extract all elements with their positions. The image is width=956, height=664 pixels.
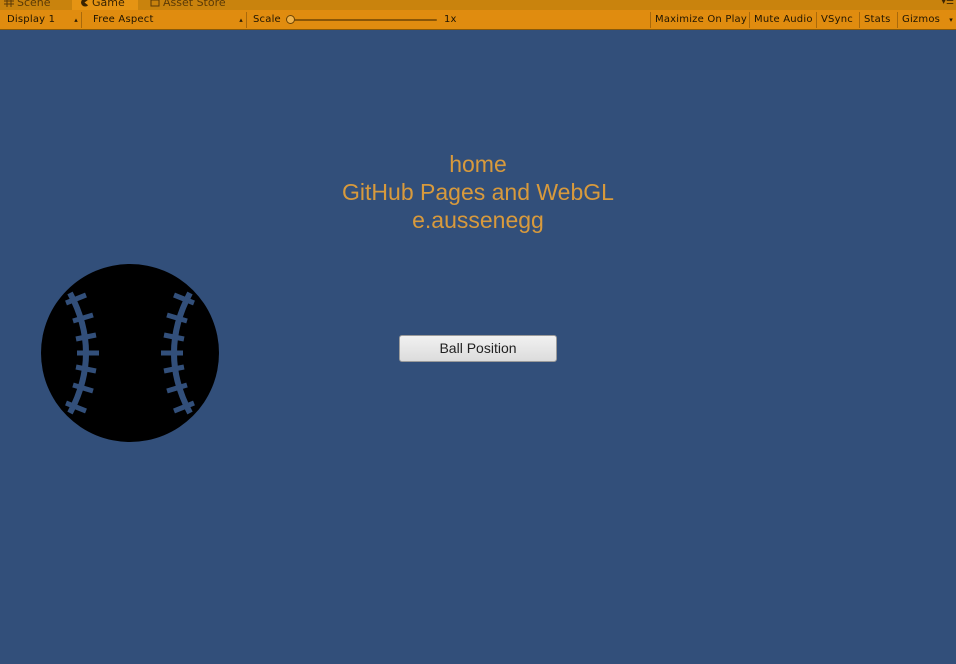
tab-scene-label: Scene: [17, 0, 51, 9]
title-home: home: [449, 151, 507, 177]
game-toolbar: Display 1 ▴ Free Aspect ▴ Scale 1x Maxim…: [0, 10, 956, 30]
scale-slider-handle[interactable]: [286, 15, 295, 24]
gizmos-dropdown[interactable]: Gizmos ▾: [897, 12, 956, 28]
stats-toggle[interactable]: Stats: [859, 12, 895, 28]
maximize-on-play-toggle[interactable]: Maximize On Play: [650, 12, 751, 28]
baseball-icon: [41, 264, 219, 442]
scale-slider-track[interactable]: [289, 19, 437, 21]
tab-asset-store[interactable]: Asset Store: [150, 0, 226, 10]
tab-game[interactable]: Game: [72, 0, 138, 10]
title-text-block: home GitHub Pages and WebGL e.aussenegg: [0, 150, 956, 234]
tab-asset-store-label: Asset Store: [163, 0, 226, 9]
tab-menu-icon[interactable]: ▾☰: [941, 0, 954, 7]
game-view[interactable]: home GitHub Pages and WebGL e.aussenegg …: [0, 30, 956, 664]
aspect-dropdown-value: Free Aspect: [93, 14, 154, 25]
title-subtitle: GitHub Pages and WebGL: [342, 179, 614, 205]
mute-audio-toggle[interactable]: Mute Audio: [749, 12, 817, 28]
title-author: e.aussenegg: [412, 207, 544, 233]
grid-icon: [4, 0, 14, 7]
tab-scene[interactable]: Scene: [4, 0, 51, 10]
editor-tab-bar: Scene Game Asset Store ▾☰: [0, 0, 956, 10]
display-dropdown[interactable]: Display 1 ▴: [1, 12, 82, 28]
updown-arrows-icon: ▴: [74, 16, 78, 24]
scale-value: 1x: [444, 14, 457, 25]
updown-arrows-icon: ▴: [239, 16, 243, 24]
store-icon: [150, 0, 160, 7]
pacman-icon: [81, 0, 89, 7]
display-dropdown-value: Display 1: [7, 14, 56, 25]
ball-position-button[interactable]: Ball Position: [399, 335, 557, 362]
aspect-dropdown[interactable]: Free Aspect ▴: [87, 12, 247, 28]
scale-label: Scale: [253, 14, 281, 25]
tab-game-label: Game: [92, 0, 125, 9]
gizmos-label: Gizmos: [902, 14, 941, 25]
dropdown-arrow-icon: ▾: [949, 16, 953, 24]
vsync-toggle[interactable]: VSync: [816, 12, 857, 28]
